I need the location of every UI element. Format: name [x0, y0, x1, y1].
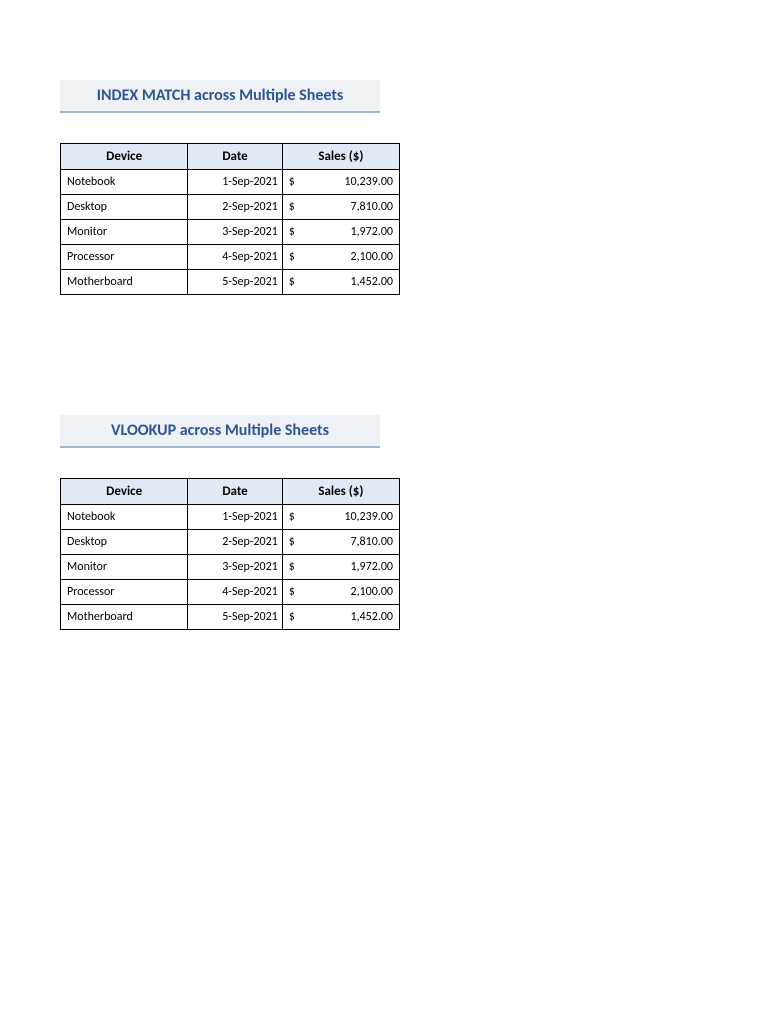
cell-date: 1-Sep-2021 — [188, 170, 282, 195]
header-sales: Sales ($) — [282, 144, 399, 170]
cell-sales: $10,239.00 — [282, 170, 399, 195]
cell-sales: $1,452.00 — [282, 270, 399, 295]
sales-value: 7,810.00 — [350, 200, 393, 214]
currency-symbol: $ — [289, 560, 295, 574]
cell-device: Processor — [61, 245, 188, 270]
cell-date: 2-Sep-2021 — [188, 195, 282, 220]
cell-date: 5-Sep-2021 — [188, 270, 282, 295]
cell-sales: $2,100.00 — [282, 245, 399, 270]
cell-sales: $7,810.00 — [282, 195, 399, 220]
header-device: Device — [61, 144, 188, 170]
table-row: Desktop2-Sep-2021$7,810.00 — [61, 195, 400, 220]
cell-device: Motherboard — [61, 605, 188, 630]
header-date: Date — [188, 144, 282, 170]
cell-sales: $1,972.00 — [282, 220, 399, 245]
data-table: Device Date Sales ($) Notebook1-Sep-2021… — [60, 143, 400, 295]
cell-device: Notebook — [61, 170, 188, 195]
cell-date: 4-Sep-2021 — [188, 245, 282, 270]
currency-symbol: $ — [289, 510, 295, 524]
header-sales: Sales ($) — [282, 479, 399, 505]
cell-device: Motherboard — [61, 270, 188, 295]
cell-date: 5-Sep-2021 — [188, 605, 282, 630]
header-device: Device — [61, 479, 188, 505]
cell-date: 4-Sep-2021 — [188, 580, 282, 605]
currency-symbol: $ — [289, 610, 295, 624]
sales-value: 1,972.00 — [350, 225, 393, 239]
currency-symbol: $ — [289, 200, 295, 214]
cell-date: 2-Sep-2021 — [188, 530, 282, 555]
table-header-row: Device Date Sales ($) — [61, 144, 400, 170]
cell-date: 3-Sep-2021 — [188, 220, 282, 245]
table-header-row: Device Date Sales ($) — [61, 479, 400, 505]
sales-value: 1,452.00 — [350, 610, 393, 624]
cell-date: 1-Sep-2021 — [188, 505, 282, 530]
cell-device: Desktop — [61, 195, 188, 220]
currency-symbol: $ — [289, 275, 295, 289]
data-table: Device Date Sales ($) Notebook1-Sep-2021… — [60, 478, 400, 630]
header-date: Date — [188, 479, 282, 505]
currency-symbol: $ — [289, 225, 295, 239]
cell-sales: $10,239.00 — [282, 505, 399, 530]
cell-sales: $1,972.00 — [282, 555, 399, 580]
cell-device: Processor — [61, 580, 188, 605]
section-title: INDEX MATCH across Multiple Sheets — [60, 80, 380, 113]
currency-symbol: $ — [289, 535, 295, 549]
cell-sales: $1,452.00 — [282, 605, 399, 630]
table-row: Processor4-Sep-2021$2,100.00 — [61, 580, 400, 605]
sales-value: 7,810.00 — [350, 535, 393, 549]
table-row: Motherboard5-Sep-2021$1,452.00 — [61, 605, 400, 630]
cell-device: Desktop — [61, 530, 188, 555]
table-row: Motherboard5-Sep-2021$1,452.00 — [61, 270, 400, 295]
table-body-2: Notebook1-Sep-2021$10,239.00Desktop2-Sep… — [61, 505, 400, 630]
cell-device: Notebook — [61, 505, 188, 530]
sales-value: 2,100.00 — [350, 250, 393, 264]
section-title: VLOOKUP across Multiple Sheets — [60, 415, 380, 448]
currency-symbol: $ — [289, 175, 295, 189]
cell-date: 3-Sep-2021 — [188, 555, 282, 580]
cell-device: Monitor — [61, 220, 188, 245]
section-index-match: INDEX MATCH across Multiple Sheets Devic… — [60, 80, 708, 295]
sales-value: 10,239.00 — [344, 510, 393, 524]
cell-device: Monitor — [61, 555, 188, 580]
sales-value: 1,452.00 — [350, 275, 393, 289]
sales-value: 10,239.00 — [344, 175, 393, 189]
currency-symbol: $ — [289, 250, 295, 264]
cell-sales: $2,100.00 — [282, 580, 399, 605]
table-row: Processor4-Sep-2021$2,100.00 — [61, 245, 400, 270]
section-vlookup: VLOOKUP across Multiple Sheets Device Da… — [60, 415, 708, 630]
table-row: Notebook1-Sep-2021$10,239.00 — [61, 170, 400, 195]
currency-symbol: $ — [289, 585, 295, 599]
table-body-1: Notebook1-Sep-2021$10,239.00Desktop2-Sep… — [61, 170, 400, 295]
table-row: Desktop2-Sep-2021$7,810.00 — [61, 530, 400, 555]
table-row: Monitor3-Sep-2021$1,972.00 — [61, 220, 400, 245]
table-row: Notebook1-Sep-2021$10,239.00 — [61, 505, 400, 530]
sales-value: 1,972.00 — [350, 560, 393, 574]
sales-value: 2,100.00 — [350, 585, 393, 599]
table-row: Monitor3-Sep-2021$1,972.00 — [61, 555, 400, 580]
cell-sales: $7,810.00 — [282, 530, 399, 555]
